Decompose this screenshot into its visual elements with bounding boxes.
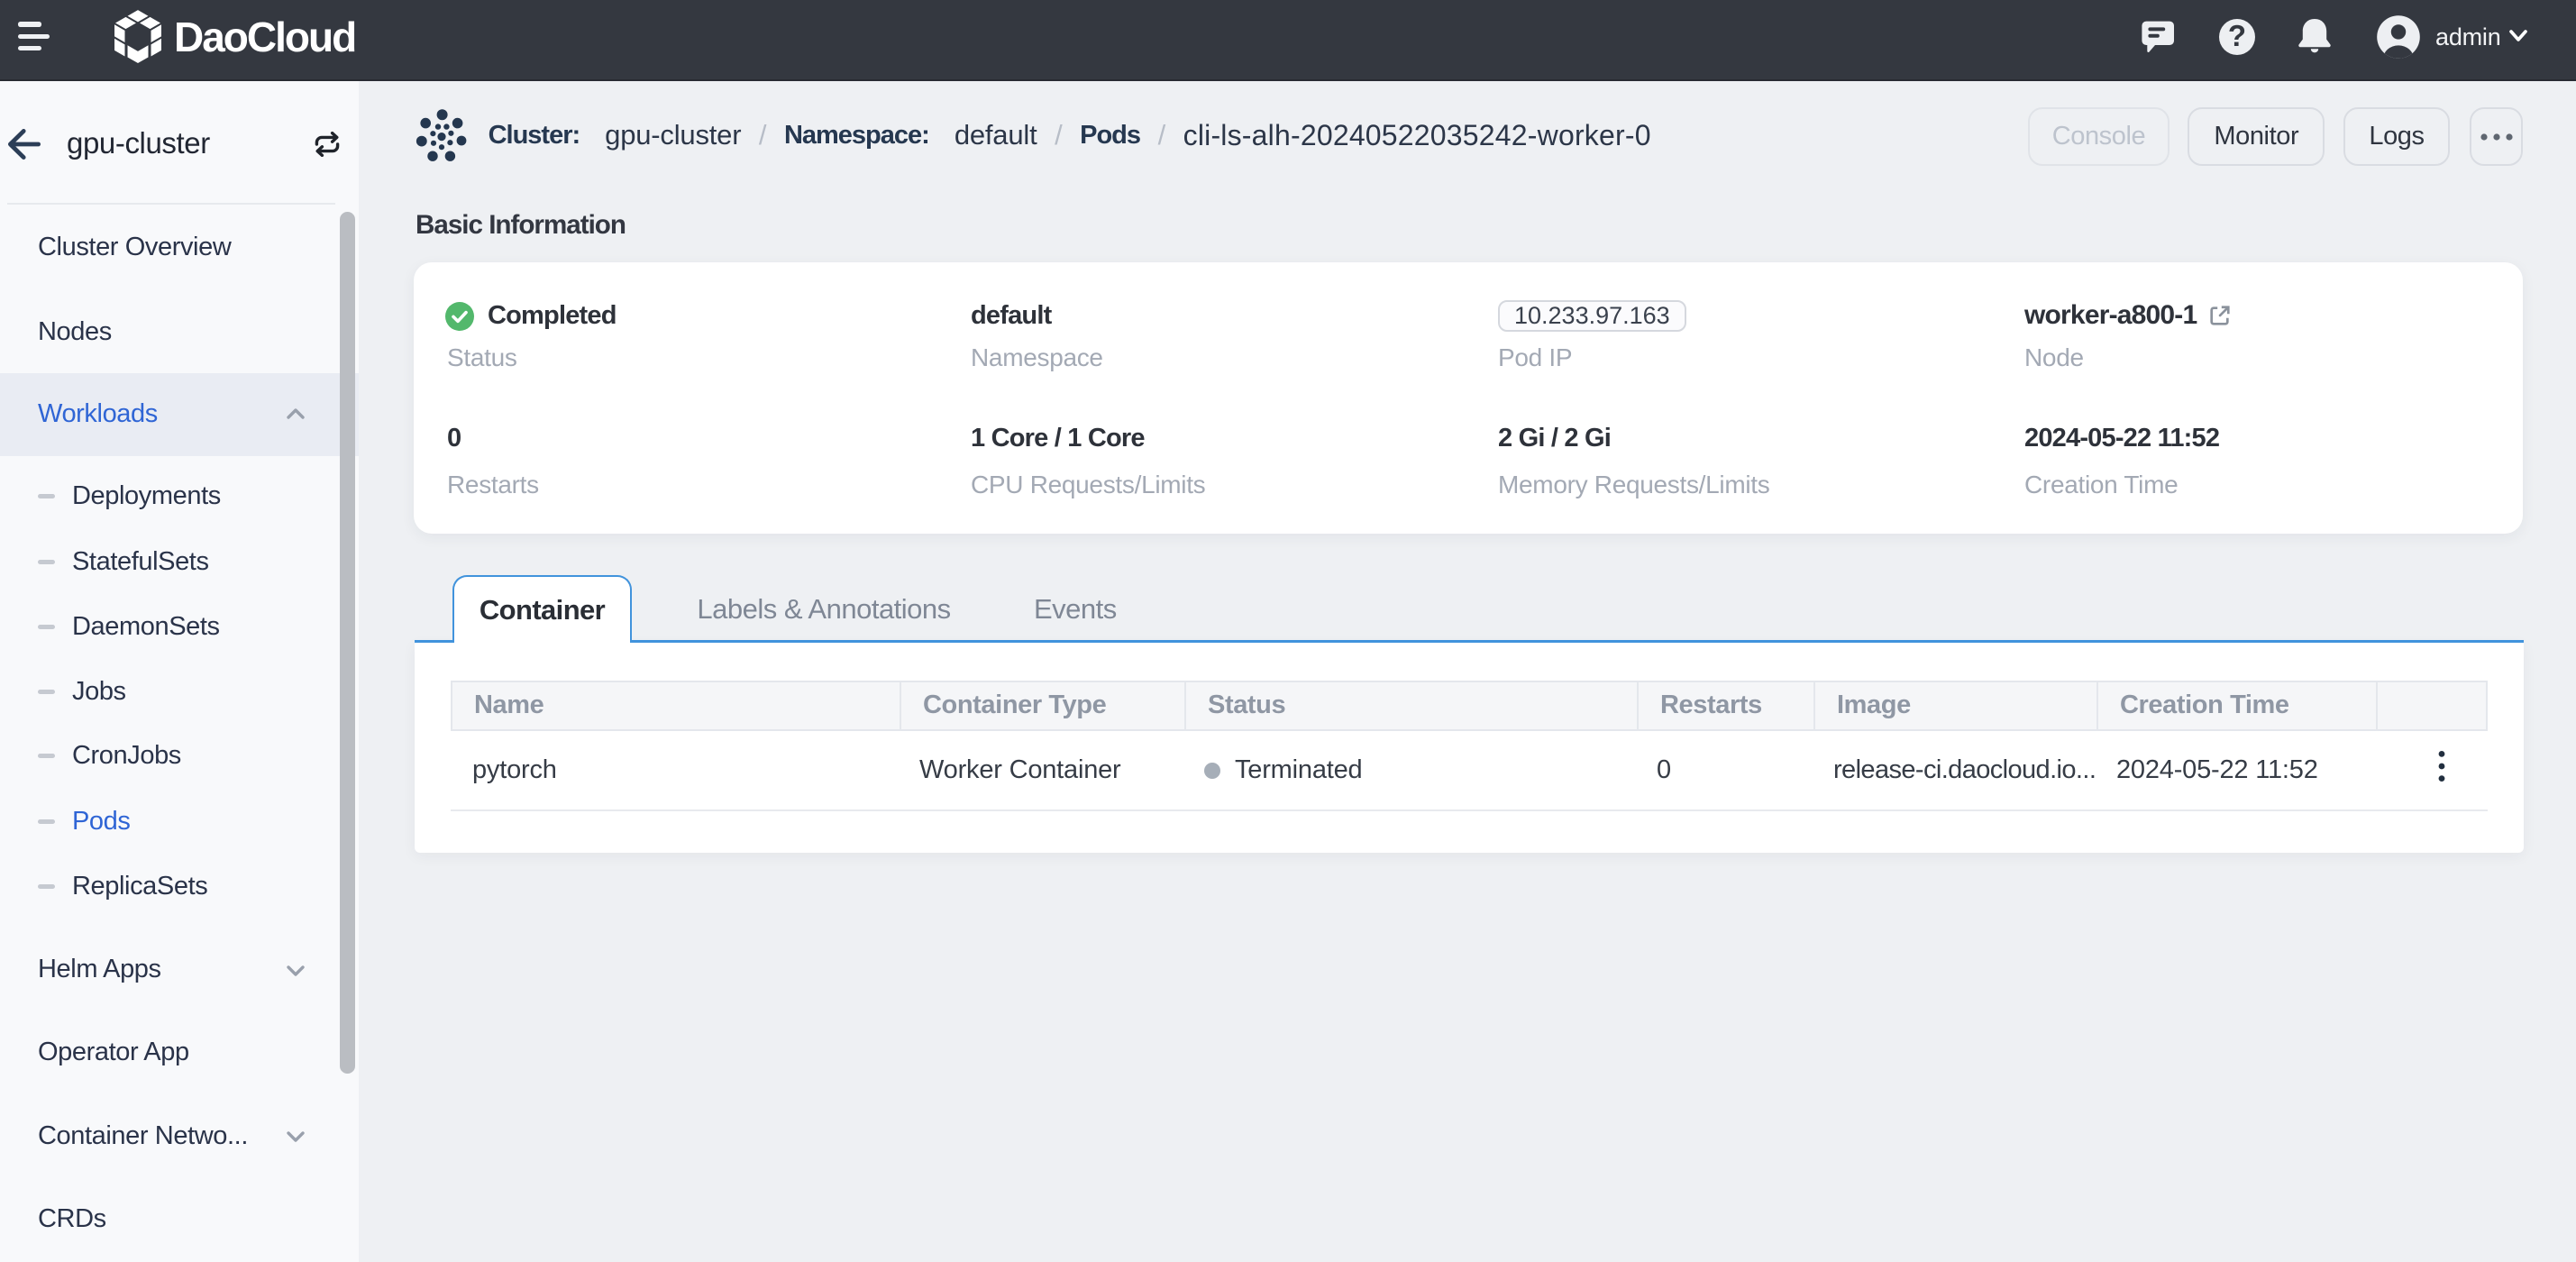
svg-text:?: ? xyxy=(2228,19,2246,52)
